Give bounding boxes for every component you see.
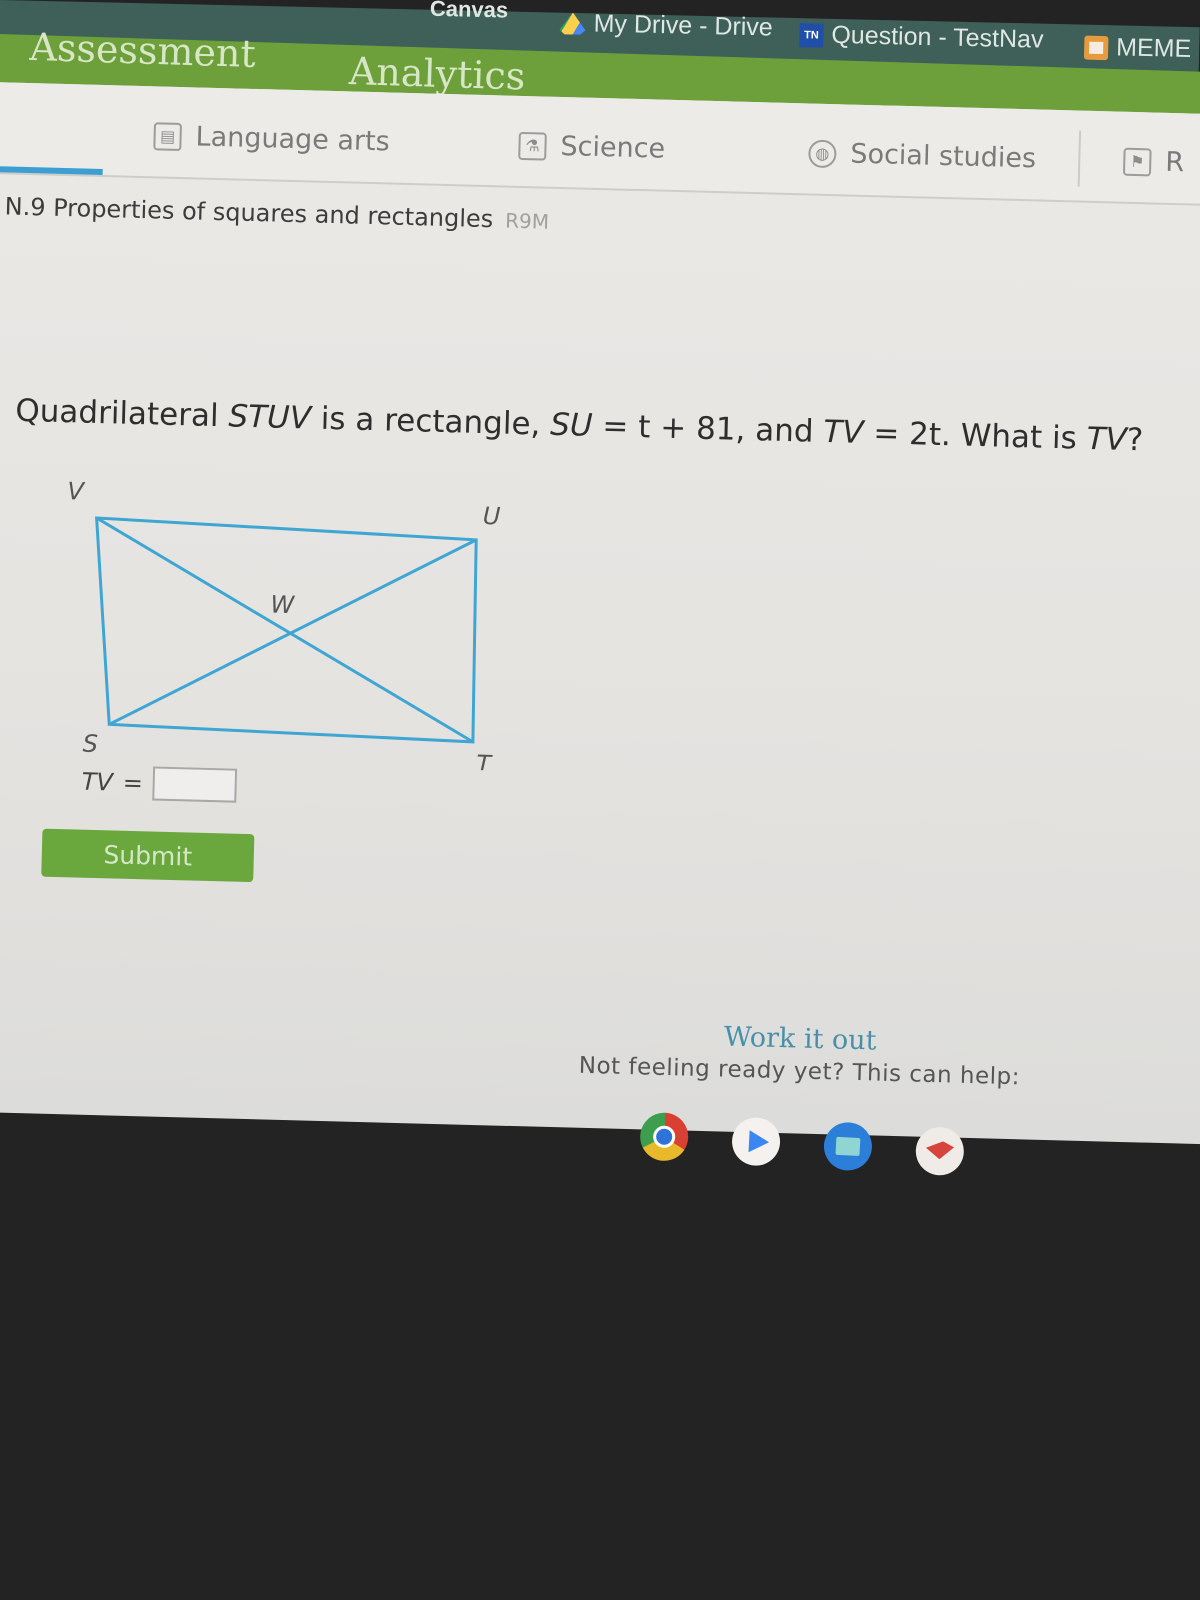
tab-recommendations[interactable]: ⚑ R [1122,146,1185,179]
tab-science[interactable]: ⚗ Science [518,130,666,165]
testnav-icon: TN [799,22,824,48]
reader-app-icon[interactable] [914,1125,966,1177]
flask-icon: ⚗ [518,131,547,161]
bookmark-testnav[interactable]: TN Question - TestNav [799,20,1044,55]
question-part: Quadrilateral [14,392,229,435]
bookmark-folder-icon [1083,35,1109,60]
tab-language-arts[interactable]: ▤ Language arts [153,120,390,157]
signpost-icon: ⚑ [1122,147,1152,176]
book-icon: ▤ [153,121,183,151]
vertex-label-s: S [82,730,98,758]
question-part: = t + 81, and [592,407,824,450]
help-section: Work it out Not feeling ready yet? This … [564,1017,1035,1091]
diagonal-vt [95,516,474,744]
question-var: TV [822,413,864,451]
tab-label: Social studies [850,138,1037,175]
skill-code: R9M [504,208,550,234]
skill-title: N.9 Properties of squares and rectangles… [4,192,549,234]
tab-label: Science [560,130,666,165]
vertex-label-u: U [482,502,501,530]
diagonal-us [108,538,477,726]
submit-button[interactable]: Submit [41,828,255,883]
question-text: Quadrilateral STUV is a rectangle, SU = … [15,393,1144,459]
answer-label: TV [81,767,114,797]
bookmark-my-drive[interactable]: My Drive - Drive [559,9,773,43]
practice-page: ▤ Language arts ⚗ Science ◍ Social studi… [0,82,1200,1145]
play-store-icon[interactable] [730,1116,782,1167]
vertex-label-v: V [67,477,86,505]
answer-row: TV = [81,765,238,803]
active-tab-indicator [0,166,103,175]
vertex-label-t: T [476,750,494,771]
tab-social-studies[interactable]: ◍ Social studies [808,137,1036,174]
bookmark-meme[interactable]: MEME [1083,33,1192,64]
vertex-label-w: W [270,591,296,620]
bookmark-label: Question - TestNav [831,20,1044,54]
google-drive-icon [559,12,585,35]
question-part: = 2t. What is [863,414,1088,457]
question-var: SU [549,406,594,444]
nav-analytics[interactable]: Analytics [348,49,526,99]
bookmark-label: Canvas [429,0,509,23]
tab-label: R [1164,146,1185,179]
question-var: TV [1086,420,1128,458]
bookmark-canvas[interactable]: Canvas [430,0,509,24]
chrome-icon[interactable] [638,1111,690,1163]
tab-label: Language arts [195,121,391,158]
answer-input[interactable] [152,766,238,803]
tab-divider [1077,130,1082,187]
equals-sign: = [122,768,144,798]
nav-assessment[interactable]: Assessment [29,25,256,76]
question-part: is a rectangle, [310,400,551,443]
skill-name: N.9 Properties of squares and rectangles [4,192,494,234]
bookmark-label: My Drive - Drive [593,9,774,42]
files-icon[interactable] [822,1121,874,1172]
question-shape: STUV [227,398,312,437]
bookmark-label: MEME [1115,33,1192,64]
rectangle-diagram: V U S T W [67,477,501,771]
globe-icon: ◍ [808,138,837,168]
question-part: ? [1126,421,1144,459]
